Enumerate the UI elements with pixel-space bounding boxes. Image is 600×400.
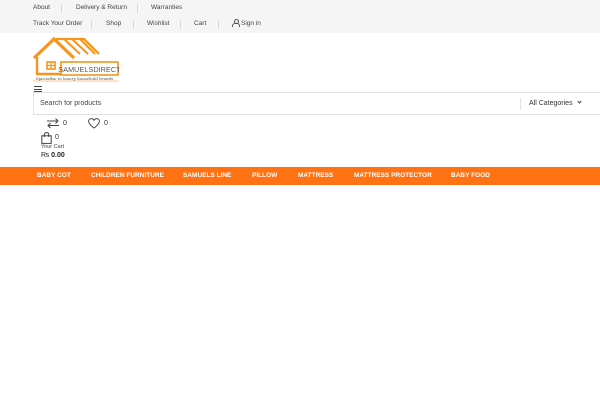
user-icon: [232, 19, 240, 27]
top-separator: [133, 20, 134, 29]
sign-in-label: Sign in: [241, 20, 261, 27]
category-select-label: All Categories: [529, 100, 573, 107]
heart-icon[interactable]: [88, 118, 100, 129]
chevron-down-icon: [576, 99, 582, 104]
top-bar-row-1: About Delivery & Return Warranties: [0, 0, 600, 16]
logo-tagline: Specialise in luxury household brands: [36, 76, 114, 81]
wishlist-count: 0: [104, 120, 108, 127]
cart-total: ₨ 0.00: [41, 152, 65, 159]
top-separator: [218, 20, 219, 29]
search-bar: All Categories: [33, 92, 600, 115]
top-link-shop[interactable]: Shop: [106, 16, 121, 32]
top-link-warranties[interactable]: Warranties: [151, 0, 182, 16]
nav-item-mattress[interactable]: MATTRESS: [298, 167, 333, 185]
compare-icon[interactable]: [46, 117, 60, 129]
top-link-wishlist[interactable]: Wishlist: [147, 16, 169, 32]
cart-total-amount: 0.00: [51, 152, 65, 159]
category-select[interactable]: All Categories: [529, 93, 582, 114]
nav-item-mattress-protector[interactable]: MATTRESS PROTECTOR: [354, 167, 432, 185]
nav-item-baby-food[interactable]: BABY FOOD: [451, 167, 490, 185]
cart-label: Your Cart: [41, 144, 65, 150]
nav-item-pillow[interactable]: PILLOW: [252, 167, 277, 185]
top-bar-row-2: Track Your Order Shop Wishlist Cart Sign…: [0, 16, 600, 32]
nav-item-children-furniture[interactable]: CHILDREN FURNITURE: [91, 167, 164, 185]
cart-count: 0: [55, 134, 59, 141]
top-separator: [91, 20, 92, 29]
top-bar: About Delivery & Return Warranties Track…: [0, 0, 600, 33]
category-nav-bar: BABY COT CHILDREN FURNITURE SAMUELS LINE…: [0, 167, 600, 185]
top-separator: [180, 20, 181, 29]
nav-item-baby-cot[interactable]: BABY COT: [37, 167, 71, 185]
top-link-about[interactable]: About: [33, 0, 50, 16]
sign-in-link[interactable]: Sign in: [232, 16, 261, 32]
top-link-track-order[interactable]: Track Your Order: [33, 16, 82, 32]
currency-symbol: ₨: [41, 152, 50, 159]
top-separator: [137, 4, 138, 13]
shopping-bag-icon[interactable]: [41, 132, 52, 144]
top-separator: [61, 4, 62, 13]
search-divider: [520, 98, 521, 110]
top-link-cart[interactable]: Cart: [194, 16, 206, 32]
compare-count: 0: [63, 120, 67, 127]
top-link-delivery-return[interactable]: Delivery & Return: [76, 0, 127, 16]
logo-wordmark: SAMUELSDIRECT: [58, 65, 119, 74]
search-input[interactable]: [40, 93, 510, 114]
nav-item-samuels-line[interactable]: SAMUELS LINE: [183, 167, 231, 185]
